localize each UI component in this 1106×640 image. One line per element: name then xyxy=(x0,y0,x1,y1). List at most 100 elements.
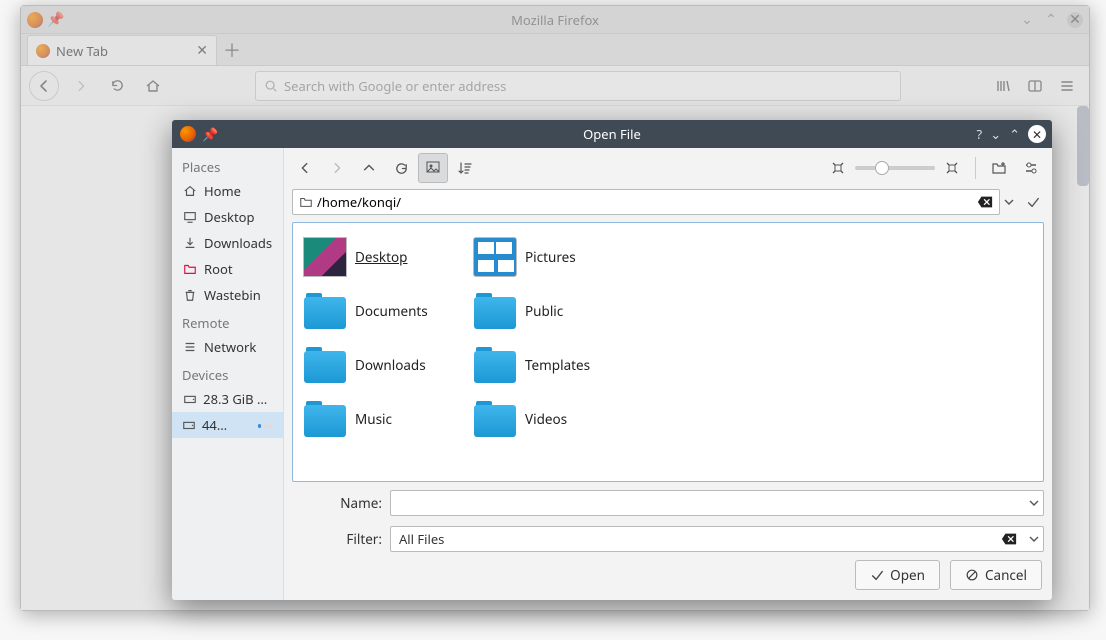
firefox-toolbar: Search with Google or enter address xyxy=(21,66,1089,106)
path-input[interactable]: /home/konqi/ xyxy=(292,189,1000,215)
sidebar-item-label: Network xyxy=(204,338,256,356)
sidebar-item-network[interactable]: Network xyxy=(172,334,283,360)
nav-back-button[interactable] xyxy=(290,153,320,183)
filter-input[interactable]: All Files xyxy=(390,526,1044,552)
nav-forward-button[interactable] xyxy=(322,153,352,183)
cancel-icon xyxy=(965,568,979,582)
sidebar-item-label: Home xyxy=(204,182,241,200)
sidebar-item-448-0-gib-[interactable]: 448.0 GiB … xyxy=(172,412,283,438)
file-item-templates[interactable]: Templates xyxy=(471,339,641,391)
path-text: /home/konqi/ xyxy=(317,193,401,211)
help-icon[interactable]: ? xyxy=(977,125,983,143)
folder-icon xyxy=(474,347,516,383)
name-input[interactable] xyxy=(390,490,1044,516)
library-button[interactable] xyxy=(989,72,1017,100)
file-item-public[interactable]: Public xyxy=(471,285,641,337)
firefox-tab[interactable]: New Tab ✕ xyxy=(27,35,217,65)
filter-dropdown-icon[interactable] xyxy=(1029,534,1039,544)
file-item-downloads[interactable]: Downloads xyxy=(301,339,471,391)
name-row: Name: xyxy=(292,490,1044,516)
file-item-music[interactable]: Music xyxy=(301,393,471,445)
close-icon[interactable]: ✕ xyxy=(1028,125,1046,143)
zoom-out-icon[interactable] xyxy=(823,153,853,183)
dialog-titlebar: 📌 Open File ? ⌄ ⌃ ✕ xyxy=(172,120,1052,148)
sidebar-item-label: Downloads xyxy=(204,234,272,252)
open-label: Open xyxy=(890,566,925,584)
zoom-in-icon[interactable] xyxy=(937,153,967,183)
maximize-icon[interactable]: ⌃ xyxy=(1043,12,1059,28)
file-label: Videos xyxy=(525,410,567,428)
clear-path-icon[interactable] xyxy=(977,195,993,209)
settings-button[interactable] xyxy=(1016,153,1046,183)
desktop-icon xyxy=(182,210,198,224)
cancel-button[interactable]: Cancel xyxy=(950,560,1042,590)
address-bar[interactable]: Search with Google or enter address xyxy=(255,71,901,101)
minimize-icon[interactable]: ⌄ xyxy=(1019,12,1035,28)
places-header: Places xyxy=(172,152,283,178)
path-accept-icon[interactable] xyxy=(1022,189,1044,215)
sidebar-item-home[interactable]: Home xyxy=(172,178,283,204)
maximize-icon[interactable]: ⌃ xyxy=(1009,125,1020,143)
new-tab-button[interactable]: ＋ xyxy=(217,35,247,65)
nav-up-button[interactable] xyxy=(354,153,384,183)
sidebar-item-wastebin[interactable]: Wastebin xyxy=(172,282,283,308)
slider-thumb[interactable] xyxy=(875,161,889,175)
sidebar-item-28-3-gib-h-[interactable]: 28.3 GiB H… xyxy=(172,386,283,412)
folder-icon xyxy=(299,195,313,209)
dialog-main: /home/konqi/ Desktop Documents DownloadsMu… xyxy=(284,148,1052,600)
dialog-title: Open File xyxy=(583,125,641,143)
forward-button[interactable] xyxy=(67,72,95,100)
reload-button[interactable] xyxy=(103,72,131,100)
tab-close-icon[interactable]: ✕ xyxy=(196,41,208,60)
pin-icon[interactable]: 📌 xyxy=(202,125,218,143)
folder-icon xyxy=(304,293,346,329)
firefox-title: Mozilla Firefox xyxy=(511,11,599,29)
download-icon xyxy=(182,236,198,250)
sidebar-item-label: Desktop xyxy=(204,208,255,226)
back-button[interactable] xyxy=(29,71,59,101)
file-label: Documents xyxy=(355,302,428,320)
icon-view-button[interactable] xyxy=(418,153,448,183)
open-button[interactable]: Open xyxy=(855,560,940,590)
cancel-label: Cancel xyxy=(985,566,1027,584)
sidebar-button[interactable] xyxy=(1021,72,1049,100)
sidebar-item-root[interactable]: Root xyxy=(172,256,283,282)
zoom-slider[interactable] xyxy=(855,166,935,170)
folder-icon xyxy=(304,401,346,437)
check-icon xyxy=(870,568,884,582)
reload-button[interactable] xyxy=(386,153,416,183)
firefox-tabstrip: New Tab ✕ ＋ xyxy=(21,34,1089,66)
sidebar-item-label: Root xyxy=(204,260,233,278)
file-label: Pictures xyxy=(525,248,576,266)
file-item-videos[interactable]: Videos xyxy=(471,393,641,445)
scrollbar[interactable] xyxy=(1077,106,1089,186)
file-item-desktop[interactable]: Desktop xyxy=(301,231,471,283)
filter-row: Filter: All Files xyxy=(292,526,1044,552)
close-icon[interactable]: ✕ xyxy=(1067,12,1083,28)
folder-icon xyxy=(474,293,516,329)
remote-header: Remote xyxy=(172,308,283,334)
filter-label: Filter: xyxy=(292,530,382,548)
clear-filter-icon[interactable] xyxy=(1001,532,1017,546)
sidebar-item-label: Wastebin xyxy=(204,286,261,304)
new-folder-button[interactable] xyxy=(984,153,1014,183)
sidebar-item-downloads[interactable]: Downloads xyxy=(172,230,283,256)
sort-button[interactable] xyxy=(450,153,480,183)
name-dropdown-icon[interactable] xyxy=(1029,498,1039,508)
firefox-tab-label: New Tab xyxy=(56,42,108,60)
minimize-icon[interactable]: ⌄ xyxy=(990,125,1001,143)
file-item-pictures[interactable]: Pictures xyxy=(471,231,641,283)
firefox-logo-icon xyxy=(27,12,43,28)
file-label: Public xyxy=(525,302,563,320)
dialog-buttons: Open Cancel xyxy=(284,560,1052,600)
devices-header: Devices xyxy=(172,360,283,386)
file-list[interactable]: Desktop Documents DownloadsMusic Pictures Pu… xyxy=(292,222,1044,482)
file-label: Templates xyxy=(525,356,590,374)
pin-icon[interactable]: 📌 xyxy=(47,10,64,29)
home-button[interactable] xyxy=(139,72,167,100)
sidebar-item-desktop[interactable]: Desktop xyxy=(172,204,283,230)
folder-icon xyxy=(182,262,198,276)
file-item-documents[interactable]: Documents xyxy=(301,285,471,337)
menu-button[interactable] xyxy=(1053,72,1081,100)
path-dropdown-icon[interactable] xyxy=(1000,189,1018,215)
